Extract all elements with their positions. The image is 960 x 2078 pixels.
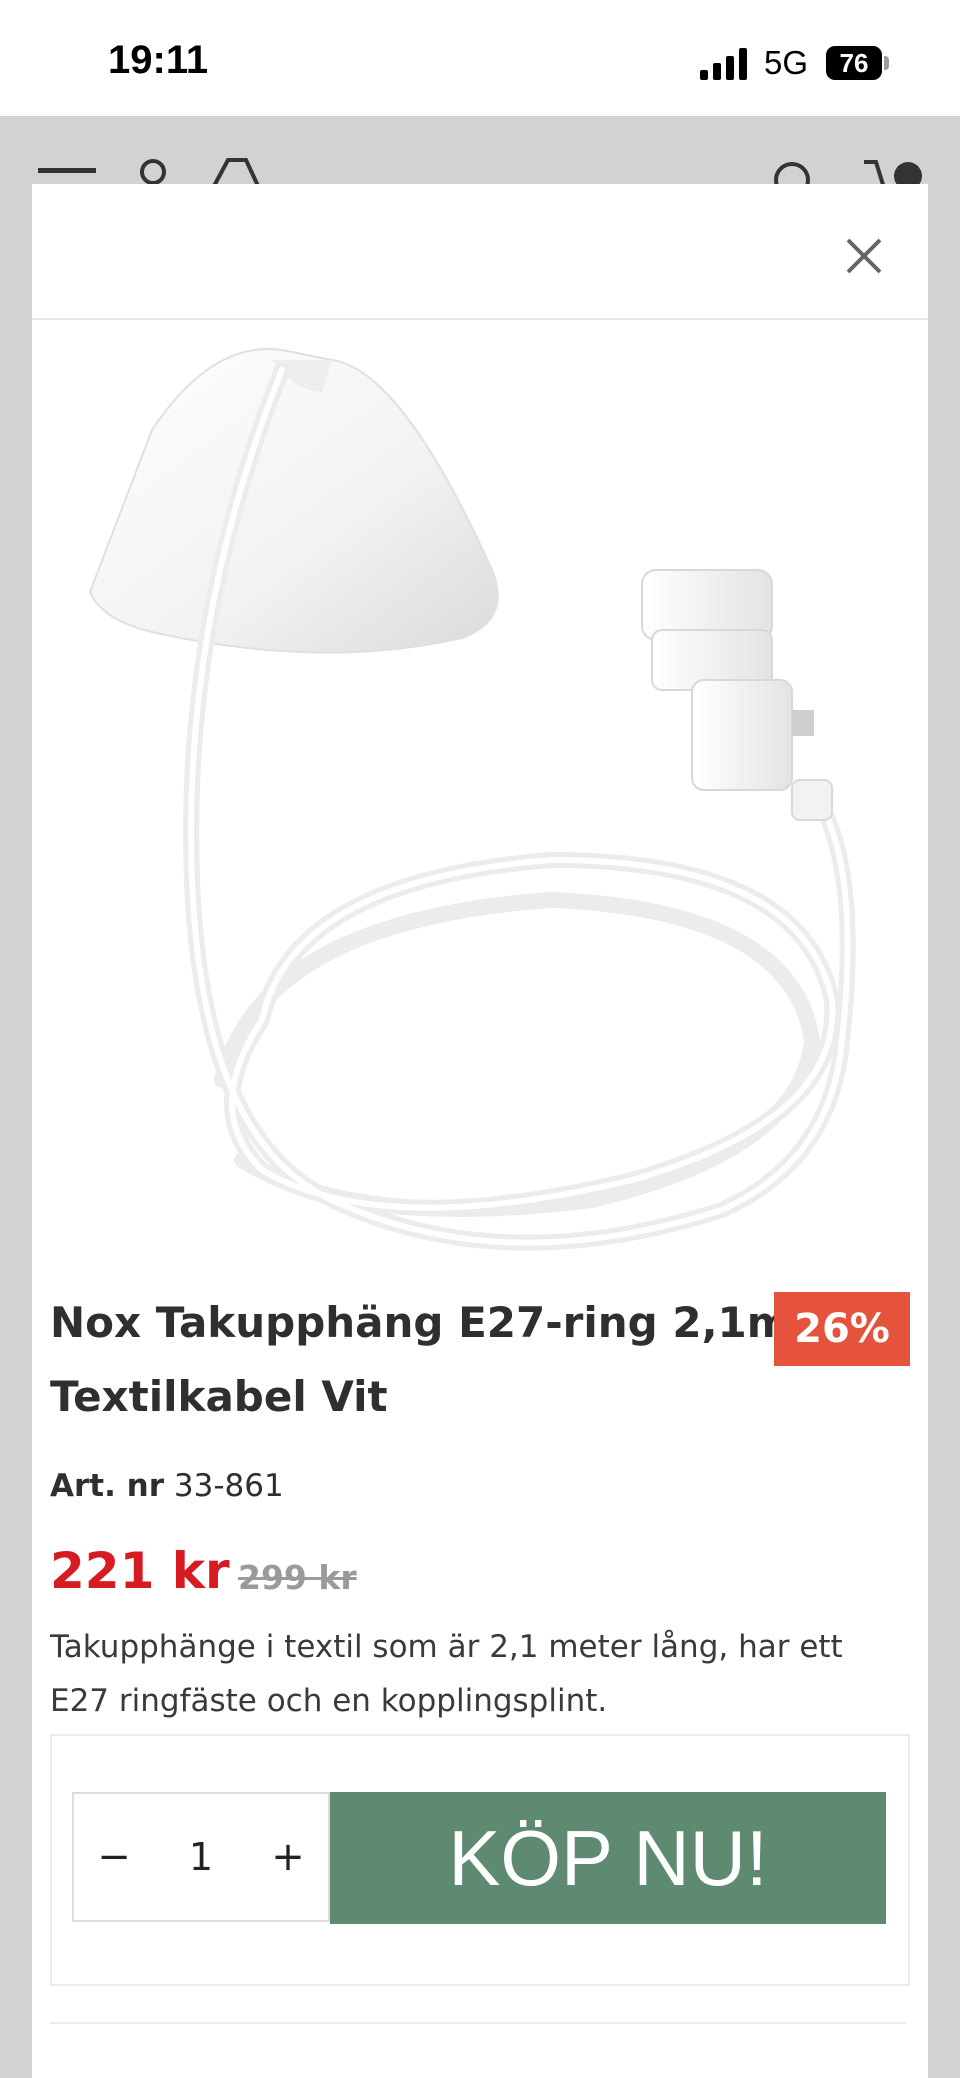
ceiling-cup-shape <box>88 348 499 654</box>
article-number: Art. nr 33-861 <box>50 1468 284 1504</box>
lamp-socket-shape <box>641 569 833 821</box>
quantity-stepper: − 1 + <box>72 1792 330 1922</box>
signal-icon <box>700 48 747 80</box>
product-description: Takupphänge i textil som är 2,1 meter lå… <box>50 1629 843 1719</box>
network-type: 5G <box>764 44 809 81</box>
article-number-value: 33-861 <box>173 1468 284 1504</box>
buy-now-button[interactable]: KÖP NU! <box>330 1792 886 1924</box>
battery-icon: 76 <box>826 46 882 80</box>
quick-view-modal: Nox Takupphäng E27-ring 2,1m Textilkabel… <box>32 184 928 2078</box>
quantity-increase-button[interactable]: + <box>248 1794 328 1920</box>
article-number-label: Art. nr <box>50 1468 165 1504</box>
logo-icon <box>212 158 260 187</box>
quantity-value[interactable]: 1 <box>154 1794 248 1920</box>
modal-header <box>32 184 928 320</box>
account-icon[interactable] <box>140 159 166 185</box>
battery-level: 76 <box>839 47 869 78</box>
sale-price: 221 kr <box>50 1542 230 1600</box>
quantity-decrease-button[interactable]: − <box>74 1794 154 1920</box>
product-title-line2: Textilkabel Vit <box>50 1372 388 1421</box>
menu-icon[interactable] <box>38 168 96 173</box>
discount-badge: 26% <box>774 1292 910 1366</box>
divider <box>50 2022 906 2024</box>
product-image <box>88 348 856 1251</box>
close-icon[interactable] <box>832 224 896 288</box>
status-time: 19:11 <box>108 38 209 82</box>
product-title-line1: Nox Takupphäng E27-ring 2,1m <box>50 1298 791 1347</box>
status-bar: 19:11 5G 76 <box>0 0 960 116</box>
battery-tip <box>884 56 889 70</box>
purchase-box: − 1 + KÖP NU! <box>50 1734 910 1986</box>
original-price: 299 kr <box>238 1558 357 1597</box>
